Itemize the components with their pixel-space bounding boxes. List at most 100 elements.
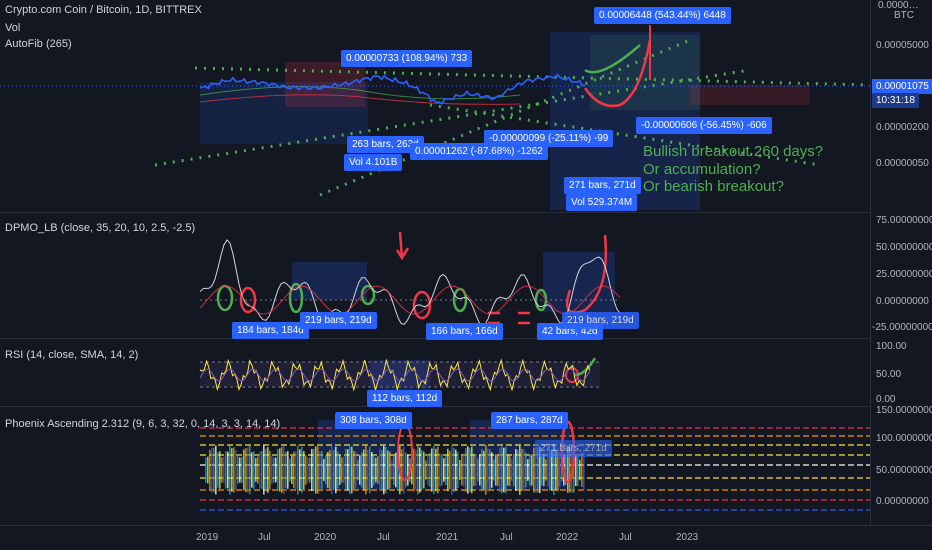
phoenix-bar (381, 449, 383, 491)
phoenix-bar (335, 446, 337, 494)
phoenix-bar (369, 446, 371, 494)
phoenix-bar (501, 446, 503, 494)
time-tick: 2022 (556, 532, 579, 543)
phoenix-bar (217, 452, 219, 488)
phoenix-bar (311, 448, 313, 492)
phoenix-bar (267, 447, 269, 493)
phoenix-bar (287, 451, 289, 489)
autofib-label[interactable]: AutoFib (265) (5, 38, 72, 50)
phoenix-bar (283, 445, 285, 495)
phoenix-bar (483, 450, 485, 490)
phoenix-bar (347, 449, 349, 491)
phoenix-bar (375, 457, 377, 483)
phoenix-bar (545, 459, 547, 481)
phoenix-bar (211, 447, 213, 493)
time-tick: Jul (377, 532, 390, 543)
phoenix-bar (527, 459, 529, 481)
measure-tag: 0.00000733 (108.94%) 733 (341, 50, 473, 67)
phoenix-bar (389, 451, 391, 489)
phoenix-bar (237, 456, 239, 484)
phoenix-bar (407, 454, 409, 486)
currency-label: BTC (894, 10, 914, 21)
drawing-red-arrow (395, 231, 410, 261)
phoenix-bar (257, 456, 259, 484)
measure-tag: 219 bars, 219d (562, 312, 639, 329)
phoenix-bar (273, 457, 275, 483)
phoenix-bar (523, 449, 525, 491)
time-tick: 2023 (676, 532, 699, 543)
phoenix-tick: 50.00000000 (876, 465, 932, 476)
vol-label[interactable]: Vol (5, 22, 20, 34)
phoenix-bar (269, 450, 271, 490)
annotation-line-3: Or bearish breakout? (643, 178, 784, 195)
phoenix-bar (351, 446, 353, 494)
phoenix-bar (371, 452, 373, 488)
measure-box (543, 252, 615, 312)
phoenix-bar (329, 449, 331, 491)
phoenix-bar (395, 452, 397, 488)
phoenix-bar (215, 445, 217, 495)
phoenix-bar (341, 457, 343, 483)
phoenix-bar (353, 450, 355, 490)
phoenix-bar (435, 448, 437, 492)
phoenix-bar (521, 448, 523, 492)
current-price-tag: 0.00001075 (872, 79, 932, 94)
phoenix-bar (349, 446, 351, 494)
phoenix-tick: 150.00000000 (876, 405, 932, 416)
phoenix-bar (513, 454, 515, 486)
phoenix-bar (499, 447, 501, 493)
measure-tag: Vol 529.374M (566, 194, 638, 211)
phoenix-bar (339, 455, 341, 485)
phoenix-bar (361, 452, 363, 488)
phoenix-bar (529, 454, 531, 486)
phoenix-bar (301, 446, 303, 494)
phoenix-bar (359, 455, 361, 485)
phoenix-bar (427, 454, 429, 486)
phoenix-bar (385, 446, 387, 494)
phoenix-bar (517, 450, 519, 490)
phoenix-bar (231, 448, 233, 492)
phoenix-bar (275, 457, 277, 483)
phoenix-bar (383, 445, 385, 495)
phoenix-bar (363, 449, 365, 491)
phoenix-bar (493, 459, 495, 481)
symbol-title: Crypto.com Coin / Bitcoin, 1D, BITTREX (5, 4, 202, 16)
phoenix-bar (475, 454, 477, 486)
phoenix-bar (289, 458, 291, 482)
dpmo-pane-title[interactable]: DPMO_LB (close, 35, 20, 10, 2.5, -2.5) (5, 222, 195, 234)
time-tick: 2021 (436, 532, 459, 543)
phoenix-bar (467, 446, 469, 494)
annotation-line-2: Or accumulation? (643, 161, 761, 178)
phoenix-bar (281, 446, 283, 494)
phoenix-bar (227, 451, 229, 489)
phoenix-pane-title[interactable]: Phoenix Ascending 2.312 (9, 6, 3, 32, 0,… (5, 418, 280, 430)
phoenix-bar (453, 447, 455, 493)
phoenix-bar (477, 458, 479, 482)
phoenix-bar (245, 448, 247, 492)
phoenix-bar (303, 451, 305, 489)
rsi-pane-title[interactable]: RSI (14, close, SMA, 14, 2) (5, 349, 138, 361)
annotation-line-1: Bullish breakout 260 days? (643, 143, 824, 160)
phoenix-bar (405, 452, 407, 488)
chart-canvas (0, 0, 932, 526)
phoenix-bar (481, 448, 483, 492)
measure-tag: 112 bars, 112d (367, 390, 443, 407)
phoenix-bar (457, 451, 459, 489)
phoenix-bar (451, 445, 453, 495)
phoenix-bar (291, 456, 293, 484)
phoenix-bar (265, 448, 267, 492)
phoenix-bar (437, 446, 439, 494)
phoenix-bar (525, 452, 527, 488)
phoenix-bar (373, 454, 375, 486)
phoenix-bar (205, 457, 207, 483)
phoenix-bar (519, 445, 521, 495)
phoenix-bar (541, 454, 543, 486)
phoenix-bar (471, 446, 473, 494)
phoenix-bar (459, 460, 461, 480)
phoenix-bar (377, 456, 379, 484)
phoenix-bar (507, 454, 509, 486)
phoenix-bar (559, 453, 561, 487)
measure-tag: 0.00006448 (543.44%) 6448 (594, 7, 731, 24)
phoenix-bar (577, 453, 579, 487)
phoenix-bar (445, 455, 447, 485)
